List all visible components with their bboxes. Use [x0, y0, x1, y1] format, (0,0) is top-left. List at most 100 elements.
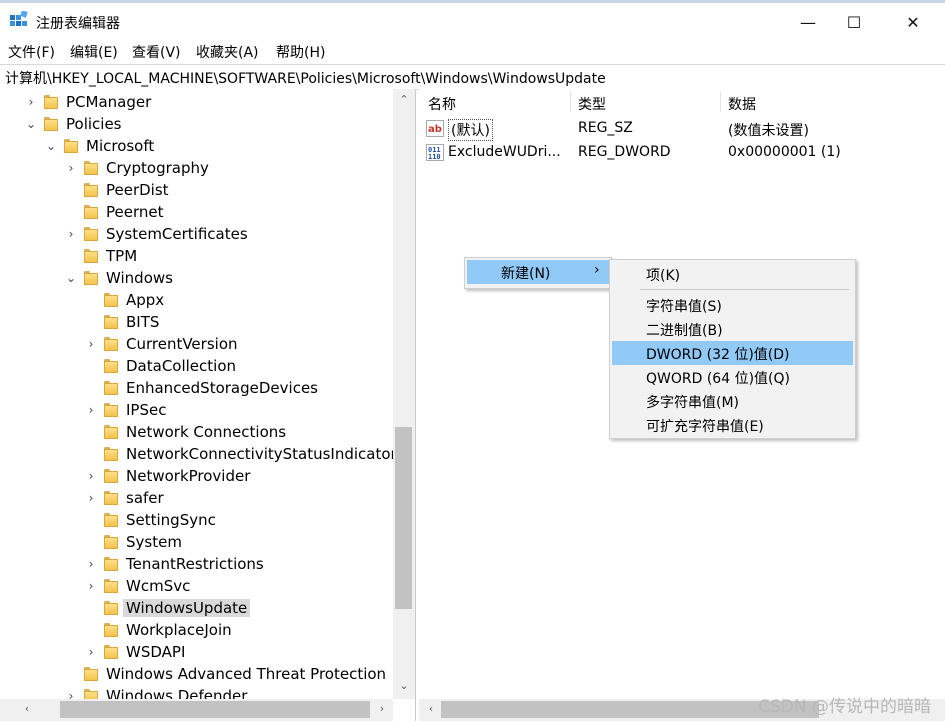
submenu-arrow-icon: ›: [594, 262, 600, 278]
folder-icon: [104, 358, 118, 374]
scroll-left-icon[interactable]: ‹: [20, 702, 34, 715]
tree-node[interactable]: › WcmSvc: [0, 575, 393, 597]
tree-node-label: Cryptography: [106, 159, 209, 177]
expand-chevron-icon[interactable]: ›: [84, 556, 98, 572]
tree-node-label: IPSec: [126, 401, 167, 419]
menu-item-new[interactable]: 新建(N) ›: [467, 260, 609, 284]
submenu-item-label: 项(K): [646, 268, 681, 284]
expand-chevron-icon[interactable]: ›: [84, 336, 98, 352]
submenu-item-expandable-string-value[interactable]: 可扩充字符串值(E): [612, 413, 853, 437]
tree-node-label: Windows: [106, 269, 173, 287]
menu-view[interactable]: 查看(V): [132, 42, 181, 62]
tree-node[interactable]: SettingSync: [0, 509, 393, 531]
tree-node[interactable]: › safer: [0, 487, 393, 509]
expand-chevron-icon[interactable]: ›: [84, 468, 98, 484]
submenu-item-key[interactable]: 项(K): [612, 262, 853, 286]
tree-node[interactable]: › WSDAPI: [0, 641, 393, 663]
scroll-right-icon[interactable]: ›: [375, 702, 389, 715]
maximize-button[interactable]: ☐: [831, 6, 877, 38]
submenu-item-qword-value[interactable]: QWORD (64 位)值(Q): [612, 365, 853, 389]
address-bar[interactable]: 计算机\HKEY_LOCAL_MACHINE\SOFTWARE\Policies…: [0, 64, 945, 90]
svg-text:ab: ab: [428, 124, 442, 135]
value-row[interactable]: ab (默认) REG_SZ (数值未设置): [425, 118, 935, 141]
tree-node[interactable]: BITS: [0, 311, 393, 333]
address-path[interactable]: 计算机\HKEY_LOCAL_MACHINE\SOFTWARE\Policies…: [5, 68, 606, 88]
submenu-item-binary-value[interactable]: 二进制值(B): [612, 317, 853, 341]
folder-icon: [104, 402, 118, 418]
no-chevron: [84, 424, 98, 440]
svg-text:110: 110: [428, 153, 441, 161]
tree-node[interactable]: TPM: [0, 245, 393, 267]
watermark: CSDN @传说中的暗暗: [758, 697, 931, 717]
tree-node[interactable]: › Cryptography: [0, 157, 393, 179]
column-divider[interactable]: [720, 92, 721, 112]
tree-node[interactable]: ⌄ Policies: [0, 113, 393, 135]
value-row[interactable]: 011 110 ExcludeWUDri... REG_DWORD 0x0000…: [425, 142, 935, 164]
expand-chevron-icon[interactable]: ›: [64, 160, 78, 176]
menu-help[interactable]: 帮助(H): [276, 42, 325, 62]
scroll-down-icon[interactable]: ⌄: [397, 679, 411, 692]
column-divider[interactable]: [570, 92, 571, 112]
scroll-left-icon[interactable]: ‹: [424, 702, 438, 715]
tree-node[interactable]: System: [0, 531, 393, 553]
expand-chevron-icon[interactable]: ›: [84, 402, 98, 418]
tree-node[interactable]: NetworkConnectivityStatusIndicator: [0, 443, 397, 465]
tree-node[interactable]: ⌄ Microsoft: [0, 135, 393, 157]
close-button[interactable]: ✕: [890, 6, 936, 38]
submenu-item-string-value[interactable]: 字符串值(S): [612, 293, 853, 317]
maximize-icon: ☐: [846, 12, 862, 32]
tree-node[interactable]: EnhancedStorageDevices: [0, 377, 393, 399]
minimize-button[interactable]: —: [785, 6, 831, 38]
collapse-chevron-icon[interactable]: ⌄: [24, 116, 38, 132]
tree-horizontal-scroll-thumb[interactable]: [60, 701, 370, 718]
value-name: (默认): [448, 119, 493, 141]
tree-node[interactable]: WorkplaceJoin: [0, 619, 393, 641]
menu-file[interactable]: 文件(F): [8, 42, 55, 62]
scroll-up-icon[interactable]: ⌃: [397, 93, 411, 106]
collapse-chevron-icon[interactable]: ⌄: [64, 270, 78, 286]
tree-node[interactable]: › SystemCertificates: [0, 223, 393, 245]
menu-favorites[interactable]: 收藏夹(A): [196, 42, 259, 62]
folder-icon: [64, 138, 78, 154]
expand-chevron-icon[interactable]: ›: [84, 578, 98, 594]
expand-chevron-icon[interactable]: ›: [84, 490, 98, 506]
context-menu: 新建(N) ›: [464, 257, 612, 289]
tree-node[interactable]: Peernet: [0, 201, 393, 223]
tree-node[interactable]: ⌄ Windows: [0, 267, 393, 289]
folder-icon: [84, 226, 98, 242]
submenu-item-multi-string-value[interactable]: 多字符串值(M): [612, 389, 853, 413]
no-chevron: [64, 248, 78, 264]
tree-node[interactable]: Appx: [0, 289, 393, 311]
tree-node[interactable]: WindowsUpdate: [0, 597, 393, 619]
folder-icon: [104, 556, 118, 572]
tree-node[interactable]: › PCManager: [0, 91, 393, 113]
tree-node-label: Appx: [126, 291, 165, 309]
tree-node[interactable]: PeerDist: [0, 179, 393, 201]
column-header-type[interactable]: 类型: [578, 94, 606, 114]
tree-node[interactable]: Windows Advanced Threat Protection: [0, 663, 393, 685]
tree-node[interactable]: DataCollection: [0, 355, 393, 377]
tree-node[interactable]: › TenantRestrictions: [0, 553, 393, 575]
expand-chevron-icon[interactable]: ›: [64, 226, 78, 242]
collapse-chevron-icon[interactable]: ⌄: [44, 138, 58, 154]
folder-icon: [104, 424, 118, 440]
no-chevron: [84, 358, 98, 374]
folder-icon: [104, 380, 118, 396]
tree-node[interactable]: › IPSec: [0, 399, 393, 421]
expand-chevron-icon[interactable]: ›: [24, 94, 38, 110]
tree-node-label: EnhancedStorageDevices: [126, 379, 318, 397]
column-header-name[interactable]: 名称: [428, 94, 456, 114]
tree-node-label: WSDAPI: [126, 643, 186, 661]
no-chevron: [64, 204, 78, 220]
tree-node-label: WcmSvc: [126, 577, 191, 595]
tree-node[interactable]: Network Connections: [0, 421, 393, 443]
tree-vertical-scroll-thumb[interactable]: [395, 427, 412, 609]
menu-edit[interactable]: 编辑(E): [70, 42, 118, 62]
submenu-item-dword-value[interactable]: DWORD (32 位)值(D): [612, 341, 853, 365]
key-tree: › PCManager ⌄ Policies ⌄ Microsoft › Cryptograp…: [0, 89, 416, 721]
tree-node[interactable]: › NetworkProvider: [0, 465, 393, 487]
tree-node[interactable]: › CurrentVersion: [0, 333, 393, 355]
column-header-data[interactable]: 数据: [728, 94, 756, 114]
folder-icon: [104, 622, 118, 638]
expand-chevron-icon[interactable]: ›: [84, 644, 98, 660]
